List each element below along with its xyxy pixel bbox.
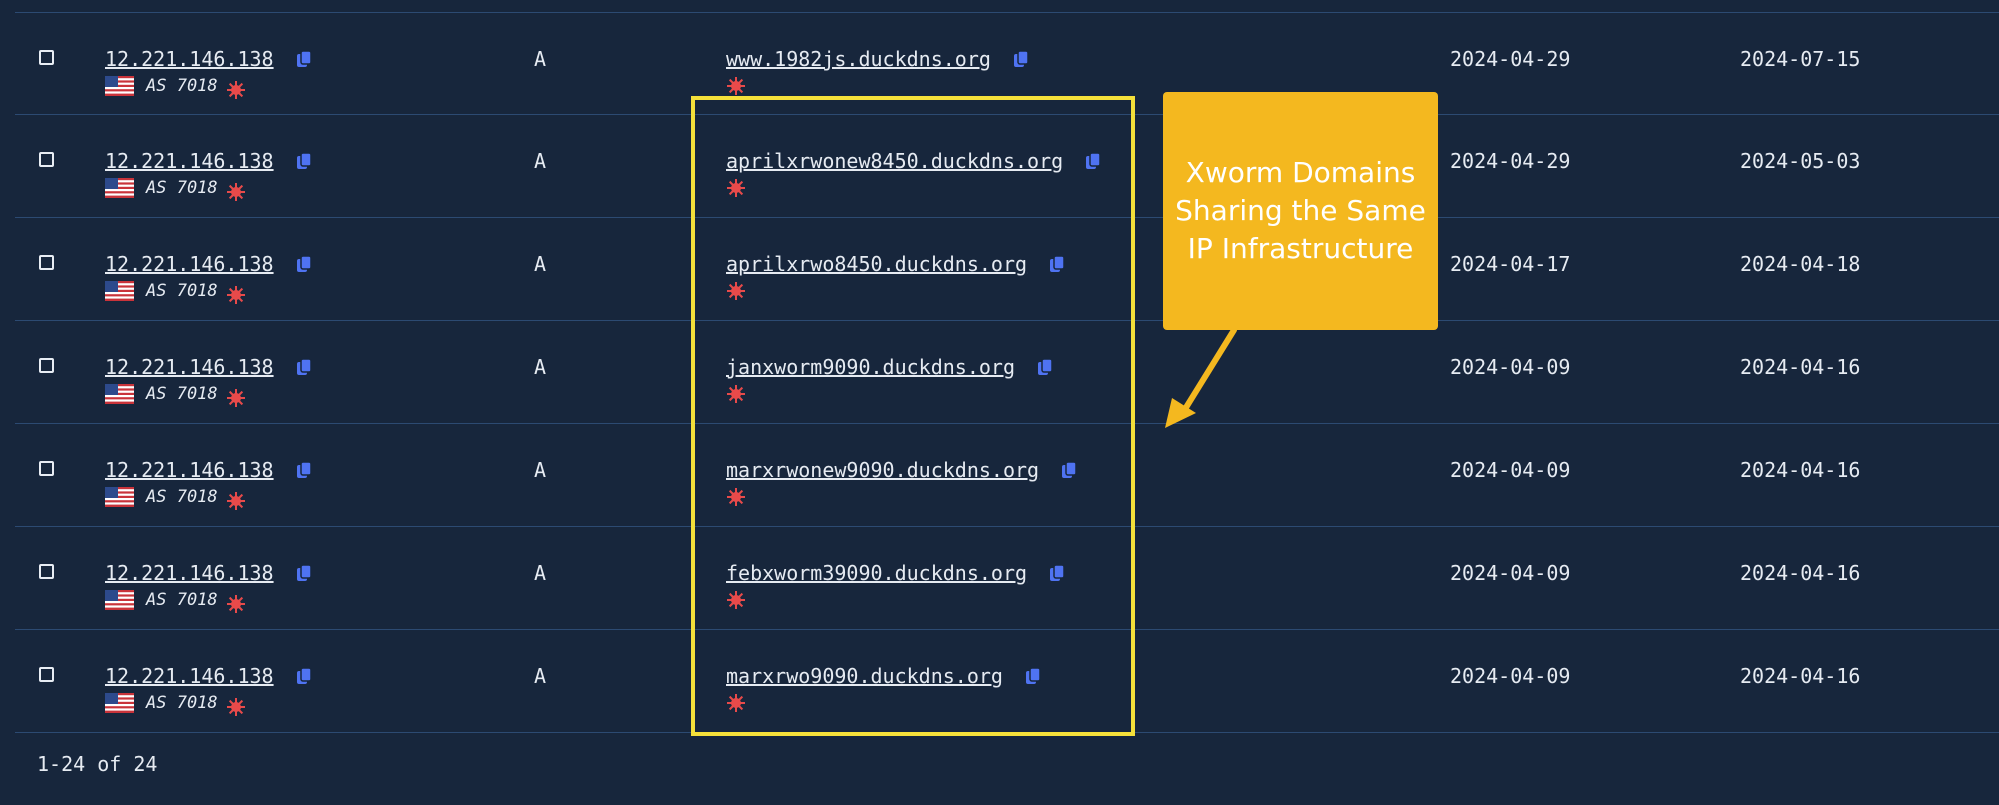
asn-label: AS 7018 [146,693,218,713]
asn-label: AS 7018 [146,590,218,610]
copy-icon[interactable] [296,665,312,691]
ip-link[interactable]: 12.221.146.138 [105,355,274,379]
row-checkbox[interactable] [39,358,54,373]
ip-link[interactable]: 12.221.146.138 [105,664,274,688]
us-flag-icon [105,590,134,610]
malware-icon [226,183,245,201]
malware-icon [226,389,245,407]
first-seen-date: 2024-04-09 [1450,664,1571,688]
malware-icon [226,286,245,304]
last-seen-date: 2024-04-16 [1740,664,1861,688]
malware-icon [226,595,245,613]
last-seen-date: 2024-07-15 [1740,47,1861,71]
ip-link[interactable]: 12.221.146.138 [105,252,274,276]
record-type: A [534,458,547,482]
first-seen-date: 2024-04-09 [1450,458,1571,482]
pagination-label: 1-24 of 24 [37,752,158,776]
us-flag-icon [105,281,134,301]
callout-line: Xworm Domains [1185,156,1416,189]
us-flag-icon [105,76,134,96]
ip-link[interactable]: 12.221.146.138 [105,561,274,585]
us-flag-icon [105,178,134,198]
callout-line: IP Infrastructure [1187,232,1414,265]
first-seen-date: 2024-04-29 [1450,47,1571,71]
ip-link[interactable]: 12.221.146.138 [105,149,274,173]
first-seen-date: 2024-04-09 [1450,561,1571,585]
copy-icon[interactable] [296,356,312,382]
malware-icon [226,81,245,99]
highlight-box [691,96,1135,736]
row-checkbox[interactable] [39,152,54,167]
record-type: A [534,252,547,276]
last-seen-date: 2024-04-18 [1740,252,1861,276]
copy-icon[interactable] [296,253,312,279]
malware-icon [226,698,245,716]
row-checkbox[interactable] [39,50,54,65]
last-seen-date: 2024-05-03 [1740,149,1861,173]
row-checkbox[interactable] [39,461,54,476]
copy-icon[interactable] [296,48,312,74]
last-seen-date: 2024-04-16 [1740,355,1861,379]
asn-label: AS 7018 [146,487,218,507]
ip-link[interactable]: 12.221.146.138 [105,47,274,71]
first-seen-date: 2024-04-09 [1450,355,1571,379]
copy-icon[interactable] [296,459,312,485]
malware-icon [226,492,245,510]
row-checkbox[interactable] [39,564,54,579]
us-flag-icon [105,693,134,713]
copy-icon[interactable] [296,150,312,176]
copy-icon[interactable] [296,562,312,588]
callout-annotation: Xworm Domains Sharing the Same IP Infras… [1163,92,1438,330]
domain-link[interactable]: www.1982js.duckdns.org [726,47,991,71]
row-checkbox[interactable] [39,667,54,682]
first-seen-date: 2024-04-29 [1450,149,1571,173]
callout-arrow-icon [1165,327,1237,428]
asn-label: AS 7018 [146,281,218,301]
first-seen-date: 2024-04-17 [1450,252,1571,276]
asn-label: AS 7018 [146,76,218,96]
last-seen-date: 2024-04-16 [1740,458,1861,482]
record-type: A [534,149,547,173]
ip-link[interactable]: 12.221.146.138 [105,458,274,482]
record-type: A [534,561,547,585]
us-flag-icon [105,384,134,404]
record-type: A [534,355,547,379]
copy-icon[interactable] [1013,48,1029,74]
malware-icon [727,77,745,95]
callout-line: Sharing the Same [1175,194,1426,227]
asn-label: AS 7018 [146,178,218,198]
asn-label: AS 7018 [146,384,218,404]
last-seen-date: 2024-04-16 [1740,561,1861,585]
record-type: A [534,664,547,688]
record-type: A [534,47,547,71]
us-flag-icon [105,487,134,507]
row-checkbox[interactable] [39,255,54,270]
